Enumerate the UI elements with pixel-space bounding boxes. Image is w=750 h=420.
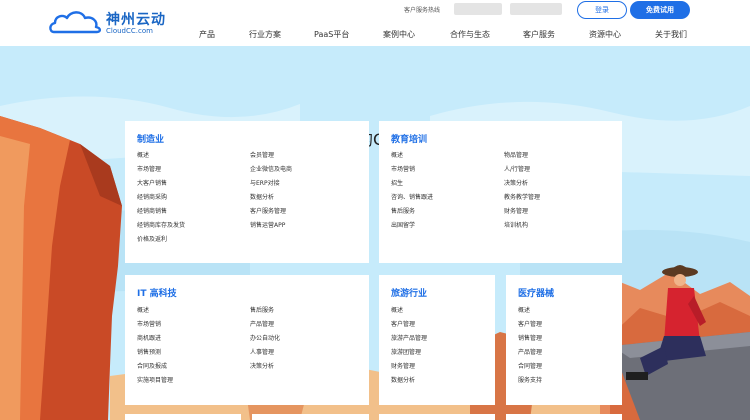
- card-link[interactable]: 企业微信及电商: [250, 166, 292, 174]
- card-link[interactable]: 合同管理: [518, 363, 542, 371]
- card-title[interactable]: IT 高科技: [137, 286, 177, 299]
- card-link[interactable]: 旅游团管理: [391, 349, 421, 357]
- card-link[interactable]: 客户管理: [518, 321, 542, 329]
- card-link[interactable]: 招生: [391, 180, 403, 188]
- nav-item-customer-service[interactable]: 客户服务: [523, 29, 555, 40]
- landscape-illustration: [0, 46, 750, 420]
- card-link[interactable]: 概述: [391, 152, 403, 160]
- card-link[interactable]: 实施项目管理: [137, 377, 173, 385]
- card-link[interactable]: 物品管理: [504, 152, 528, 160]
- card-link[interactable]: 出国留学: [391, 222, 415, 230]
- nav-item-resources[interactable]: 资源中心: [589, 29, 621, 40]
- industry-card-partial: [506, 414, 622, 420]
- card-link[interactable]: 市场管理: [137, 166, 161, 174]
- card-link[interactable]: 数据分析: [391, 377, 415, 385]
- hotline-label: 客户服务热线: [404, 7, 441, 14]
- card-link[interactable]: 大客户销售: [137, 180, 167, 188]
- card-link[interactable]: 决策分析: [504, 180, 528, 188]
- card-link[interactable]: 会员管理: [250, 152, 274, 160]
- industry-card-partial: [125, 414, 241, 420]
- card-link[interactable]: 概述: [518, 307, 530, 315]
- card-link[interactable]: 人事管理: [250, 349, 274, 357]
- card-title[interactable]: 医疗器械: [518, 286, 554, 299]
- card-link[interactable]: 培训机构: [504, 222, 528, 230]
- site-header: 神州云动 CloudCC.com 客户服务热线 登录 免费试用 产品 行业方案 …: [0, 0, 750, 46]
- brand-name: 神州云动: [106, 12, 166, 28]
- industry-card-manufacturing: 制造业 概述 市场管理 大客户销售 经销商采购 经销商销售 经销商库存及发货 价…: [125, 121, 369, 263]
- page-headline: 适合大中型企业需求的CRM行业中台解决方案: [212, 130, 538, 149]
- nav-item-cases[interactable]: 案例中心: [383, 29, 415, 40]
- card-link[interactable]: 概述: [137, 152, 149, 160]
- nav-item-ecosystem[interactable]: 合作与生态: [450, 29, 490, 40]
- card-link[interactable]: 客户服务管理: [250, 208, 286, 216]
- industry-card-tourism: 旅游行业 概述 客户管理 旅游产品管理 旅游团管理 财务管理 数据分析: [379, 275, 495, 405]
- card-link[interactable]: 旅游产品管理: [391, 335, 427, 343]
- nav-item-products[interactable]: 产品: [199, 29, 215, 40]
- card-link[interactable]: 概述: [391, 307, 403, 315]
- industry-card-education: 教育培训 概述 市场营销 招生 咨询、销售跟进 售后服务 出国留学 物品管理 人…: [379, 121, 622, 263]
- card-link[interactable]: 销售运营APP: [250, 222, 285, 230]
- card-link[interactable]: 销售管理: [518, 335, 542, 343]
- card-link[interactable]: 人/行管理: [504, 166, 530, 174]
- card-title[interactable]: 教育培训: [391, 132, 427, 145]
- free-trial-button[interactable]: 免费试用: [630, 1, 690, 19]
- card-link[interactable]: 市场营销: [137, 321, 161, 329]
- card-link[interactable]: 财务管理: [391, 363, 415, 371]
- card-link[interactable]: 数据分析: [250, 194, 274, 202]
- card-link[interactable]: 经销商采购: [137, 194, 167, 202]
- redacted-phone-1: [454, 3, 502, 15]
- card-link[interactable]: 经销商库存及发货: [137, 222, 185, 230]
- card-link[interactable]: 产品管理: [250, 321, 274, 329]
- card-link[interactable]: 市场营销: [391, 166, 415, 174]
- card-link[interactable]: 合同及报成: [137, 363, 167, 371]
- card-link[interactable]: 办公自动化: [250, 335, 280, 343]
- card-link[interactable]: 售后服务: [391, 208, 415, 216]
- card-link[interactable]: 与ERP对接: [250, 180, 280, 188]
- card-title[interactable]: 制造业: [137, 132, 164, 145]
- card-link[interactable]: 产品管理: [518, 349, 542, 357]
- nav-item-industry-solutions[interactable]: 行业方案: [249, 29, 281, 40]
- card-link[interactable]: 销售预测: [137, 349, 161, 357]
- card-link[interactable]: 售后服务: [250, 307, 274, 315]
- card-link[interactable]: 决策分析: [250, 363, 274, 371]
- industry-card-partial: [252, 414, 369, 420]
- login-button[interactable]: 登录: [577, 1, 627, 19]
- card-link[interactable]: 经销商销售: [137, 208, 167, 216]
- main-nav: 产品 行业方案 PaaS平台 案例中心 合作与生态 客户服务 资源中心 关于我们: [0, 29, 750, 41]
- industry-card-medical-devices: 医疗器械 概述 客户管理 销售管理 产品管理 合同管理 服务支持: [506, 275, 622, 405]
- industry-card-partial: [379, 414, 495, 420]
- card-link[interactable]: 教务教学管理: [504, 194, 540, 202]
- redacted-phone-2: [510, 3, 562, 15]
- card-link[interactable]: 概述: [137, 307, 149, 315]
- nav-item-paas[interactable]: PaaS平台: [314, 29, 349, 40]
- card-link[interactable]: 咨询、销售跟进: [391, 194, 433, 202]
- card-link[interactable]: 客户管理: [391, 321, 415, 329]
- nav-item-about[interactable]: 关于我们: [655, 29, 687, 40]
- card-link[interactable]: 商机跟进: [137, 335, 161, 343]
- card-link[interactable]: 价格及返利: [137, 236, 167, 244]
- hero-scene: 适合大中型企业需求的CRM行业中台解决方案: [0, 46, 750, 420]
- card-link[interactable]: 财务管理: [504, 208, 528, 216]
- card-title[interactable]: 旅游行业: [391, 286, 427, 299]
- card-link[interactable]: 服务支持: [518, 377, 542, 385]
- industry-card-it-hightech: IT 高科技 概述 市场营销 商机跟进 销售预测 合同及报成 实施项目管理 售后…: [125, 275, 369, 405]
